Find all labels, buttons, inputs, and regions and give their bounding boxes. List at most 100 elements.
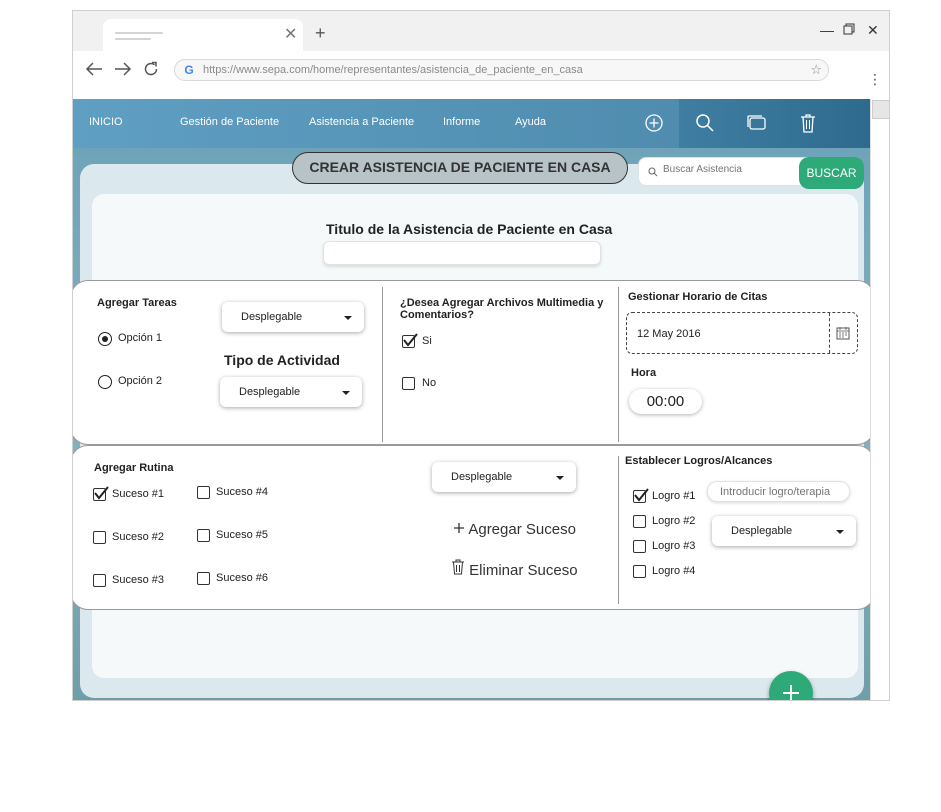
- browser-menu-icon[interactable]: ⋮: [868, 71, 882, 88]
- logro-input[interactable]: [707, 481, 850, 502]
- dropdown-value: Desplegable: [451, 471, 513, 483]
- hora-field[interactable]: 00:00: [629, 389, 702, 414]
- tipo-actividad-dropdown[interactable]: Desplegable: [220, 377, 362, 407]
- search-button[interactable]: BUSCAR: [799, 157, 864, 189]
- nav-asistencia-paciente[interactable]: Asistencia a Paciente: [309, 116, 414, 128]
- back-arrow-icon[interactable]: [85, 61, 103, 82]
- close-tab-icon[interactable]: ✕: [284, 24, 297, 44]
- tareas-dropdown[interactable]: Desplegable: [222, 302, 364, 332]
- hora-label: Hora: [631, 367, 657, 379]
- suceso-3-checkbox[interactable]: [93, 574, 106, 587]
- search-input[interactable]: [663, 164, 803, 175]
- caret-down-icon: [342, 391, 350, 395]
- logro-2-label: Logro #2: [652, 515, 696, 527]
- forward-arrow-icon[interactable]: [114, 61, 132, 82]
- plus-icon: [783, 685, 799, 700]
- eliminar-suceso-button[interactable]: Eliminar Suceso: [451, 559, 578, 579]
- close-window-icon[interactable]: ✕: [867, 22, 879, 39]
- add-fab-button[interactable]: [769, 671, 813, 700]
- scrollbar-thumb[interactable]: [872, 100, 889, 119]
- suceso-6-label: Suceso #6: [216, 572, 268, 584]
- minimize-icon[interactable]: —: [820, 22, 834, 38]
- si-label: Si: [422, 335, 432, 347]
- divider: [618, 287, 619, 442]
- calendar-icon[interactable]: [836, 326, 850, 345]
- rutina-card: Agregar Rutina Suceso #1 Suceso #2 Suces…: [73, 445, 875, 610]
- nav-ayuda[interactable]: Ayuda: [515, 116, 546, 128]
- suceso-1-label: Suceso #1: [112, 488, 164, 500]
- caret-down-icon: [836, 530, 844, 534]
- nav-inicio[interactable]: INICIO: [89, 116, 123, 128]
- reload-icon[interactable]: [143, 61, 159, 82]
- logro-3-label: Logro #3: [652, 540, 696, 552]
- multimedia-label: ¿Desea Agregar Archivos Multimedia y Com…: [400, 297, 604, 321]
- bookmark-star-icon[interactable]: ☆: [810, 62, 822, 78]
- date-field[interactable]: 12 May 2016: [626, 312, 858, 354]
- nav-gestion-paciente[interactable]: Gestión de Paciente: [180, 116, 279, 128]
- suceso-2-checkbox[interactable]: [93, 531, 106, 544]
- plus-icon: [454, 523, 464, 533]
- scrollbar[interactable]: [870, 99, 889, 700]
- tab-bar: ✕ + — ✕: [73, 11, 889, 51]
- toolbar-actions: [679, 99, 870, 148]
- opcion-2-radio[interactable]: [98, 375, 112, 389]
- trash-icon: [452, 559, 464, 575]
- search-icon: [648, 164, 658, 182]
- page-title: CREAR ASISTENCIA DE PACIENTE EN CASA: [292, 152, 628, 184]
- suceso-5-checkbox[interactable]: [197, 529, 210, 542]
- nav-informe[interactable]: Informe: [443, 116, 480, 128]
- logro-4-label: Logro #4: [652, 565, 696, 577]
- opcion-1-radio[interactable]: [98, 332, 112, 346]
- caret-down-icon: [344, 316, 352, 320]
- titulo-input[interactable]: [323, 241, 601, 265]
- suceso-3-label: Suceso #3: [112, 574, 164, 586]
- agregar-suceso-button[interactable]: Agregar Suceso: [453, 521, 576, 538]
- dropdown-value: Desplegable: [239, 386, 301, 398]
- url-text: https://www.sepa.com/home/representantes…: [203, 64, 583, 76]
- trash-icon[interactable]: [797, 112, 819, 134]
- search-box[interactable]: [638, 157, 818, 186]
- agregar-rutina-label: Agregar Rutina: [94, 462, 174, 474]
- eliminar-suceso-label: Eliminar Suceso: [469, 562, 578, 579]
- new-tab-icon[interactable]: +: [315, 23, 326, 44]
- opcion-2-label: Opción 2: [118, 375, 163, 387]
- browser-tab[interactable]: ✕: [103, 19, 303, 51]
- suceso-2-label: Suceso #2: [112, 531, 164, 543]
- logros-label: Establecer Logros/Alcances: [625, 455, 773, 467]
- rutina-dropdown[interactable]: Desplegable: [432, 462, 576, 492]
- caret-down-icon: [556, 476, 564, 480]
- windows-icon[interactable]: [746, 112, 768, 134]
- opcion-1-label: Opción 1: [118, 332, 163, 344]
- browser-toolbar: G https://www.sepa.com/home/representant…: [73, 51, 889, 99]
- browser-window: ✕ + — ✕ G https://www.sepa.com/home/repr…: [72, 10, 890, 701]
- restore-icon[interactable]: [843, 22, 855, 38]
- logro-1-label: Logro #1: [652, 490, 696, 502]
- search-icon[interactable]: [694, 112, 716, 134]
- top-navigation: INICIO Gestión de Paciente Asistencia a …: [73, 99, 870, 148]
- suceso-4-checkbox[interactable]: [197, 486, 210, 499]
- logro-2-checkbox[interactable]: [633, 515, 646, 528]
- agregar-suceso-label: Agregar Suceso: [468, 521, 576, 538]
- date-value: 12 May 2016: [637, 328, 701, 340]
- titulo-label: Titulo de la Asistencia de Paciente en C…: [326, 221, 613, 237]
- horario-label: Gestionar Horario de Citas: [628, 291, 768, 303]
- agregar-tareas-label: Agregar Tareas: [97, 297, 177, 309]
- divider: [382, 287, 383, 442]
- no-label: No: [422, 377, 437, 389]
- address-bar[interactable]: G https://www.sepa.com/home/representant…: [174, 59, 829, 81]
- no-checkbox[interactable]: [402, 377, 415, 390]
- si-checkbox[interactable]: [402, 333, 418, 348]
- add-circle-icon[interactable]: [643, 112, 665, 134]
- radio-dot: [102, 336, 108, 342]
- suceso-1-checkbox[interactable]: [93, 486, 109, 501]
- suceso-4-label: Suceso #4: [216, 486, 268, 498]
- logros-dropdown[interactable]: Desplegable: [712, 516, 856, 546]
- tab-title-placeholder: [115, 32, 163, 34]
- logro-4-checkbox[interactable]: [633, 565, 646, 578]
- suceso-5-label: Suceso #5: [216, 529, 268, 541]
- suceso-6-checkbox[interactable]: [197, 572, 210, 585]
- logro-1-checkbox[interactable]: [633, 488, 649, 503]
- google-icon: G: [184, 63, 194, 77]
- logro-3-checkbox[interactable]: [633, 540, 646, 553]
- tareas-card: Agregar Tareas Opción 1 Opción 2 Despleg…: [73, 280, 875, 445]
